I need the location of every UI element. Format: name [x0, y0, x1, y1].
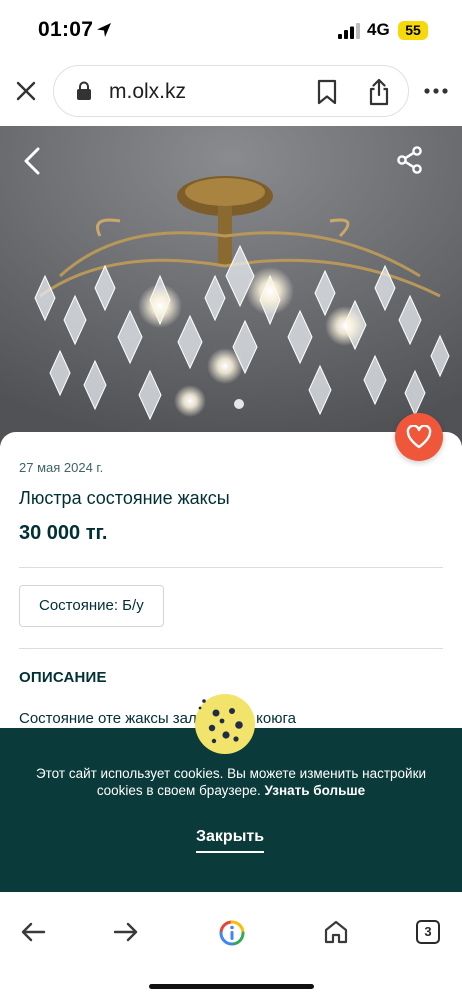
cookie-close-button[interactable]: Закрыть	[196, 828, 265, 853]
cookie-learn-more-link[interactable]: Узнать больше	[265, 783, 366, 798]
tabs-button[interactable]: 3	[416, 920, 440, 944]
listing-details: 27 мая 2024 г. Люстра состояние жаксы 30…	[0, 413, 462, 732]
listing-title: Люстра состояние жаксы	[19, 488, 230, 508]
url-text: m.olx.kz	[109, 80, 187, 103]
more-icon[interactable]	[423, 79, 449, 103]
close-icon[interactable]	[14, 79, 38, 103]
address-bar[interactable]: m.olx.kz	[53, 65, 409, 117]
browser-toolbar: m.olx.kz	[0, 60, 462, 126]
status-bar: 01:07 4G 55	[0, 0, 462, 60]
cookie-icon	[195, 694, 255, 754]
battery-indicator: 55	[398, 21, 428, 40]
browser-bottom-toolbar: 3	[0, 892, 462, 999]
home-indicator	[149, 984, 314, 989]
listing-price: 30 000 тг.	[19, 522, 108, 544]
lock-icon	[77, 81, 91, 100]
posted-date: 27 мая 2024 г.	[19, 460, 104, 475]
heart-icon	[406, 425, 432, 449]
location-arrow-icon	[97, 23, 111, 37]
carousel-indicator	[234, 399, 244, 409]
arrow-left-icon[interactable]	[20, 921, 46, 943]
share-network-icon[interactable]	[396, 146, 424, 174]
chevron-left-icon[interactable]	[20, 146, 46, 176]
favorite-button[interactable]	[395, 413, 443, 461]
cookie-message: Этот сайт использует cookies. Вы можете …	[20, 765, 442, 799]
bookmark-icon[interactable]	[316, 79, 338, 105]
status-time: 01:07	[38, 18, 94, 41]
arrow-right-icon[interactable]	[113, 921, 139, 943]
share-icon[interactable]	[368, 78, 390, 106]
chandelier-photo	[0, 126, 462, 446]
divider	[19, 648, 443, 649]
signal-icon	[338, 23, 360, 39]
home-icon[interactable]	[323, 919, 349, 945]
divider	[19, 567, 443, 568]
cookie-message-text: Этот сайт использует cookies. Вы можете …	[35, 766, 427, 798]
listing-photo[interactable]	[0, 126, 462, 446]
google-lens-icon[interactable]	[217, 918, 247, 948]
description-heading: ОПИСАНИЕ	[19, 669, 107, 686]
cookie-banner: Этот сайт использует cookies. Вы можете …	[0, 694, 462, 892]
condition-tag[interactable]: Состояние: Б/у	[19, 585, 164, 627]
network-type: 4G	[367, 20, 390, 39]
